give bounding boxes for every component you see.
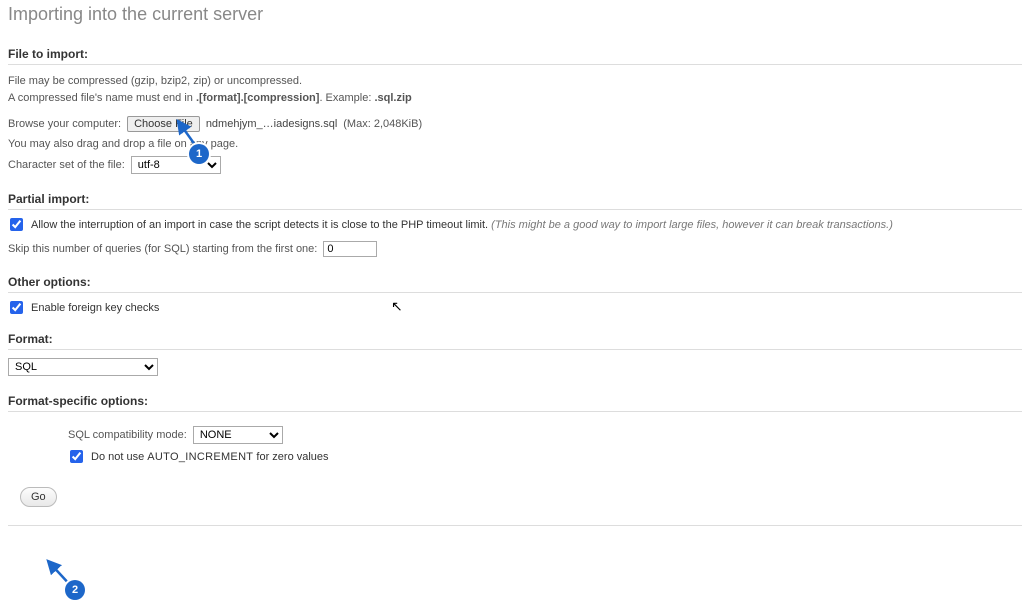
foreign-key-label: Enable foreign key checks (31, 302, 159, 314)
bottom-divider (8, 525, 1022, 526)
no-autoincrement-checkbox[interactable] (70, 450, 83, 463)
skip-queries-input[interactable] (323, 241, 377, 257)
file-note-line2a: A compressed file's name must end in (8, 92, 196, 104)
file-compress-note: File may be compressed (gzip, bzip2, zip… (8, 73, 1022, 106)
browse-label: Browse your computer: (8, 118, 121, 130)
skip-queries-label: Skip this number of queries (for SQL) st… (8, 243, 317, 255)
foreign-key-checkbox[interactable] (10, 301, 23, 314)
file-note-example: .sql.zip (374, 92, 411, 104)
selected-filename: ndmehjym_…iadesigns.sql (206, 118, 337, 130)
dragdrop-hint: You may also drag and drop a file on any… (8, 138, 1022, 150)
annotation-marker-2: 2 (65, 580, 85, 600)
legend-other-options: Other options: (8, 275, 1022, 293)
sql-compat-select[interactable]: NONE (193, 426, 283, 444)
allow-interrupt-label: Allow the interruption of an import in c… (31, 219, 491, 231)
annotation-marker-1: 1 (189, 144, 209, 164)
sql-compat-label: SQL compatibility mode: (68, 429, 187, 441)
legend-file-to-import: File to import: (8, 47, 1022, 65)
legend-format-specific: Format-specific options: (8, 394, 1022, 412)
allow-interrupt-hint: (This might be a good way to import larg… (491, 219, 893, 231)
legend-format: Format: (8, 332, 1022, 350)
charset-label: Character set of the file: (8, 159, 125, 171)
page-title: Importing into the current server (8, 0, 1022, 25)
file-note-format: .[format].[compression] (196, 92, 319, 104)
go-button[interactable]: Go (20, 487, 57, 507)
file-note-line1: File may be compressed (gzip, bzip2, zip… (8, 75, 302, 87)
legend-partial-import: Partial import: (8, 192, 1022, 210)
format-select[interactable]: SQL (8, 358, 158, 376)
allow-interrupt-checkbox[interactable] (10, 218, 23, 231)
file-note-line2c: . Example: (319, 92, 374, 104)
max-size-label: (Max: 2,048KiB) (343, 118, 422, 130)
no-autoincrement-label: Do not use AUTO_INCREMENT for zero value… (91, 451, 329, 463)
choose-file-button[interactable]: Choose File (127, 116, 200, 132)
